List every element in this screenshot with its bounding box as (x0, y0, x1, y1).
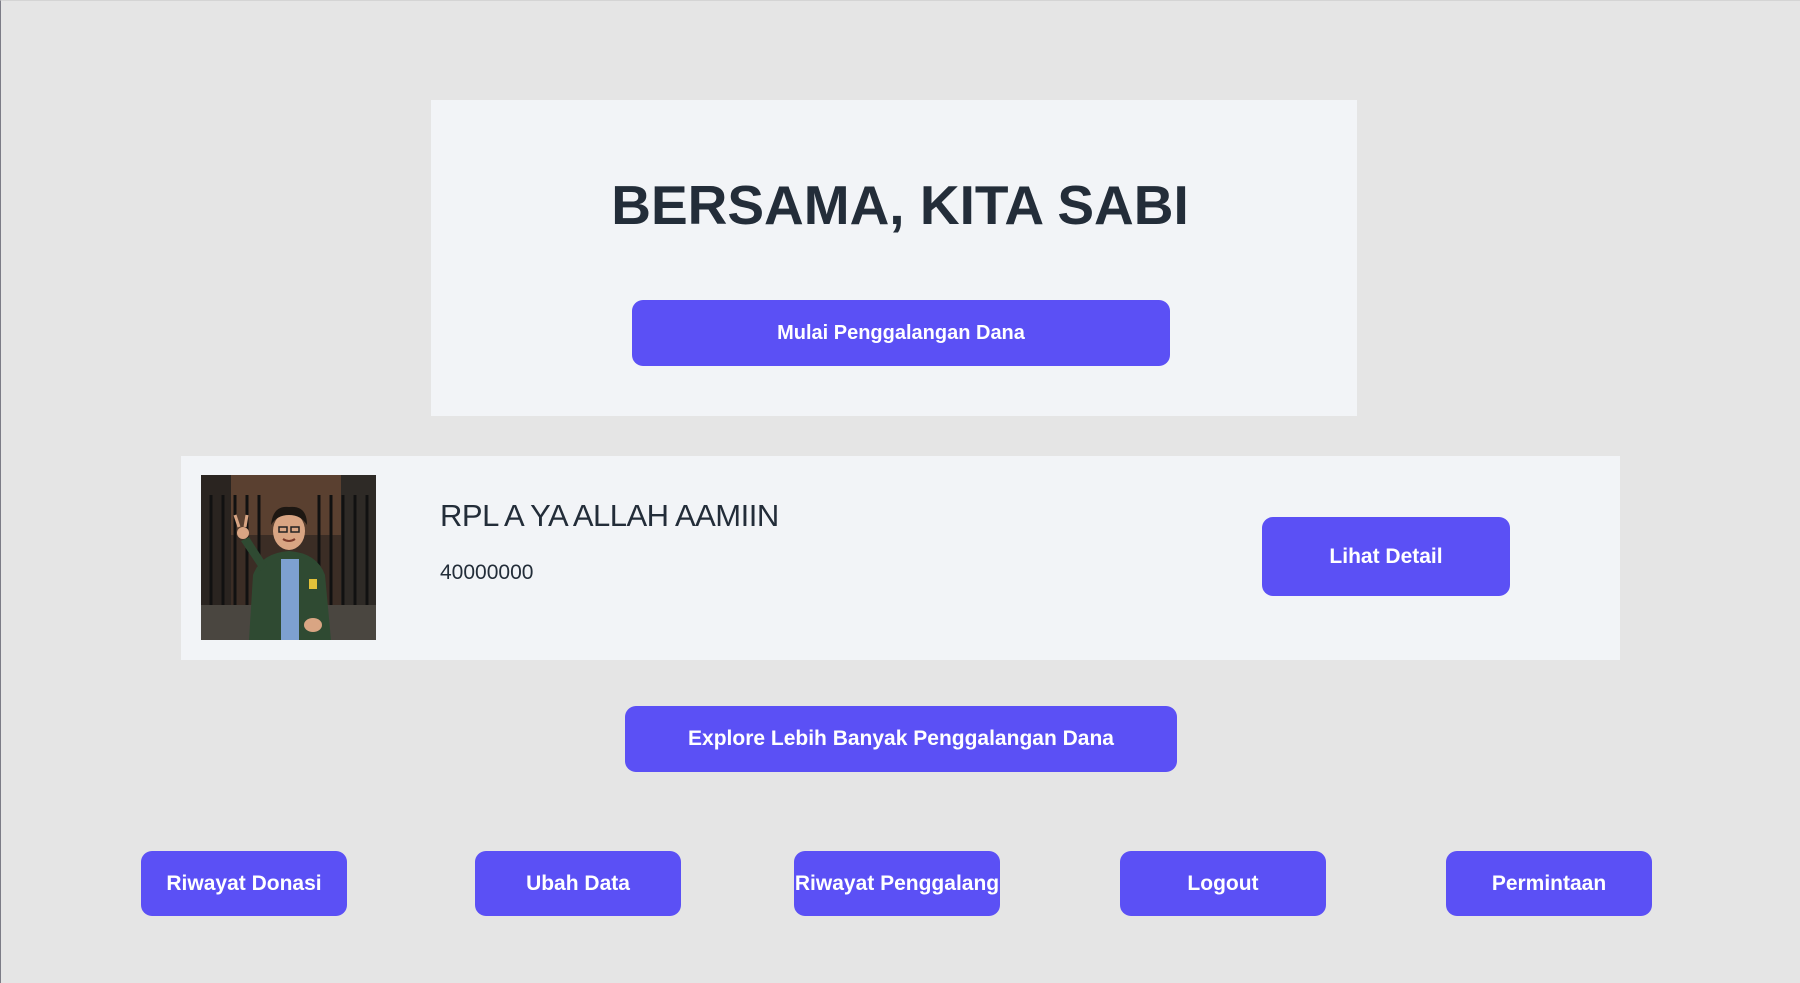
campaign-target-amount: 40000000 (440, 561, 534, 584)
hero-panel (431, 100, 1357, 416)
campaign-title: RPL A YA ALLAH AAMIIN (440, 498, 779, 533)
campaign-photo[interactable] (201, 475, 376, 640)
fundraiser-history-button[interactable]: Riwayat Penggalang (794, 851, 1000, 916)
edit-data-button[interactable]: Ubah Data (475, 851, 681, 916)
explore-more-button[interactable]: Explore Lebih Banyak Penggalangan Dana (625, 706, 1177, 772)
requests-button[interactable]: Permintaan (1446, 851, 1652, 916)
logout-button[interactable]: Logout (1120, 851, 1326, 916)
view-detail-button[interactable]: Lihat Detail (1262, 517, 1510, 596)
hero-title: BERSAMA, KITA SABI (611, 174, 1189, 236)
donation-history-button[interactable]: Riwayat Donasi (141, 851, 347, 916)
start-fundraising-button[interactable]: Mulai Penggalangan Dana (632, 300, 1170, 366)
